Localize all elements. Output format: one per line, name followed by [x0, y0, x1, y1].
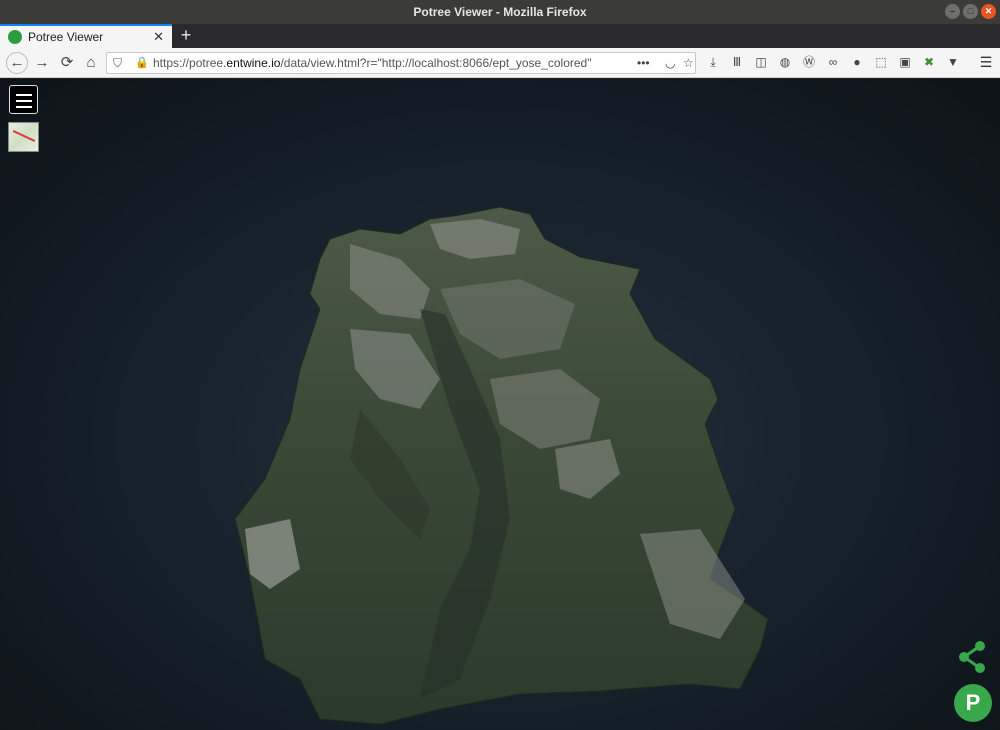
sidebar-icon[interactable]: ◫ [753, 54, 769, 70]
back-button[interactable]: ← [6, 52, 28, 74]
toolbar-icons: ⤓ Ⅲ ◫ ◍ Ⓦ ∞ ● ⬚ ▣ ✖ ▼ [705, 54, 961, 70]
new-tab-button[interactable]: + [176, 25, 196, 45]
window-controls: – □ ✕ [945, 4, 996, 19]
page-actions-icon[interactable]: ••• [637, 53, 650, 73]
url-text[interactable]: https://potree.entwine.io/data/view.html… [153, 53, 591, 73]
close-tab-icon[interactable]: ✕ [153, 29, 164, 45]
forward-button[interactable]: → [32, 53, 52, 73]
navigation-bar: ← → ⟳ ⌂ ⛉ 🔒 https://potree.entwine.io/da… [0, 48, 1000, 78]
menu-line-icon [16, 94, 32, 96]
wordpress-icon[interactable]: Ⓦ [801, 54, 817, 70]
close-window-button[interactable]: ✕ [981, 4, 996, 19]
sidebar-menu-button[interactable] [9, 85, 38, 114]
app-menu-icon[interactable]: ☰ [978, 54, 994, 70]
screenshot-icon[interactable]: ⬚ [873, 54, 889, 70]
minimize-button[interactable]: – [945, 4, 960, 19]
home-button[interactable]: ⌂ [81, 53, 101, 73]
selenium-icon[interactable]: ▣ [897, 54, 913, 70]
pocket-icon[interactable]: ◡ [665, 53, 675, 73]
downloads-icon[interactable]: ⤓ [705, 54, 721, 70]
globe-icon[interactable]: ◍ [777, 54, 793, 70]
glasses-icon[interactable]: ∞ [825, 54, 841, 70]
menu-line-icon [16, 100, 32, 102]
library-icon[interactable]: Ⅲ [729, 54, 745, 70]
window-title-bar: Potree Viewer - Mozilla Firefox – □ ✕ [0, 0, 1000, 24]
lock-icon[interactable]: 🔒 [135, 53, 149, 73]
reload-button[interactable]: ⟳ [57, 53, 77, 73]
tab-label: Potree Viewer [28, 30, 104, 44]
puzzle-icon[interactable]: ✖ [921, 54, 937, 70]
potree-viewer-canvas[interactable]: P [0, 79, 1000, 730]
tab-strip: Potree Viewer ✕ + [0, 24, 1000, 48]
potree-logo-icon[interactable]: P [954, 684, 992, 722]
map-route-icon [12, 130, 36, 142]
account-icon[interactable]: ● [849, 54, 865, 70]
potree-icon [8, 30, 22, 44]
filter-icon[interactable]: ▼ [945, 54, 961, 70]
tab-potree-viewer[interactable]: Potree Viewer ✕ [0, 24, 172, 48]
shield-icon[interactable]: ⛉ [113, 53, 122, 73]
bookmark-star-icon[interactable]: ☆ [683, 53, 694, 73]
maximize-button[interactable]: □ [963, 4, 978, 19]
url-bar[interactable]: ⛉ 🔒 https://potree.entwine.io/data/view.… [106, 52, 696, 74]
point-cloud-terrain[interactable] [0, 79, 1000, 730]
map-thumbnail[interactable] [8, 122, 39, 152]
menu-line-icon [16, 106, 32, 108]
share-icon[interactable] [958, 640, 988, 674]
window-title: Potree Viewer - Mozilla Firefox [413, 5, 587, 19]
